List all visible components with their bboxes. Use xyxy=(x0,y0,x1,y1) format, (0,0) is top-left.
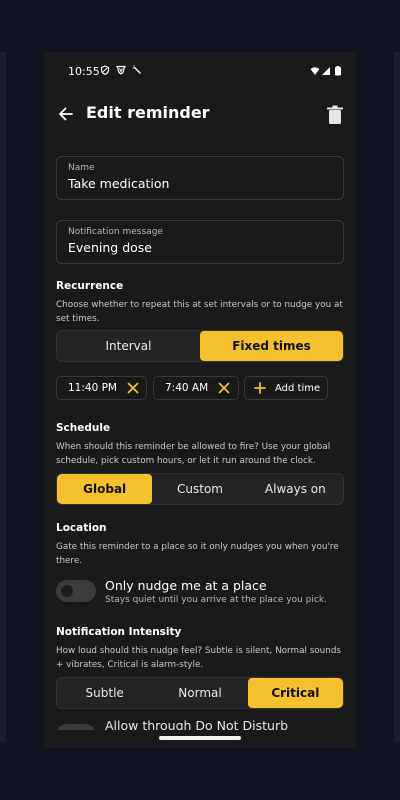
name-field[interactable]: Name xyxy=(56,156,344,200)
recurrence-segmented-control: Interval Fixed times xyxy=(56,330,344,362)
phone-screen: 10:55 Edit reminder Name Take medication… xyxy=(44,52,356,748)
home-indicator[interactable] xyxy=(159,736,241,740)
remove-time-1-x-icon[interactable] xyxy=(127,382,139,394)
back-arrow-icon[interactable] xyxy=(56,104,76,124)
location-toggle-label: Only nudge me at a place xyxy=(105,578,267,593)
vpn-status-icon xyxy=(116,65,126,75)
wifi-signal-battery-icon xyxy=(310,66,341,76)
page-title: Edit reminder xyxy=(86,103,210,122)
time-chip-1-label: 11:40 PM xyxy=(68,382,117,394)
schedule-option-always-on[interactable]: Always on xyxy=(248,474,343,504)
wand-status-icon xyxy=(132,65,141,74)
intensity-option-critical[interactable]: Critical xyxy=(247,678,343,708)
message-field-label: Notification message xyxy=(68,227,163,237)
name-field-label: Name xyxy=(68,163,95,173)
time-chip-2-label: 7:40 AM xyxy=(165,382,209,394)
status-bar: 10:55 xyxy=(44,52,356,92)
intensity-description: How loud should this nudge feel? Subtle … xyxy=(56,646,341,670)
message-input[interactable] xyxy=(68,240,328,255)
system-indicators xyxy=(310,66,344,79)
name-input[interactable] xyxy=(68,176,328,191)
recurrence-title: Recurrence xyxy=(56,280,124,292)
recurrence-option-fixed-times[interactable]: Fixed times xyxy=(200,331,343,361)
recurrence-description: Choose whether to repeat this at set int… xyxy=(56,300,343,324)
message-field[interactable]: Notification message xyxy=(56,220,344,264)
status-time: 10:55 xyxy=(68,65,100,78)
background-card-left xyxy=(0,52,6,742)
location-title: Location xyxy=(56,522,107,534)
intensity-option-subtle[interactable]: Subtle xyxy=(57,678,152,708)
time-chip-1[interactable]: 11:40 PM xyxy=(56,376,147,400)
background-card-right xyxy=(394,52,400,742)
intensity-segmented-control: Subtle Normal Critical xyxy=(56,677,344,709)
remove-time-2-x-icon[interactable] xyxy=(218,382,230,394)
trash-icon[interactable] xyxy=(326,105,344,125)
schedule-option-global[interactable]: Global xyxy=(57,474,153,504)
add-time-button[interactable]: Add time xyxy=(244,376,328,400)
schedule-title: Schedule xyxy=(56,422,111,434)
schedule-segmented-control: Global Custom Always on xyxy=(56,473,344,505)
schedule-option-custom[interactable]: Custom xyxy=(152,474,247,504)
location-toggle-subtitle: Stays quiet until you arrive at the plac… xyxy=(105,595,327,605)
time-chip-2[interactable]: 7:40 AM xyxy=(153,376,239,400)
intensity-option-normal[interactable]: Normal xyxy=(152,678,247,708)
location-toggle[interactable] xyxy=(56,580,96,602)
add-time-label: Add time xyxy=(275,382,321,394)
schedule-description: When should this reminder be allowed to … xyxy=(56,442,331,466)
location-description: Gate this reminder to a place so it only… xyxy=(56,542,339,566)
app-bar: Edit reminder xyxy=(44,96,356,136)
recurrence-option-interval[interactable]: Interval xyxy=(57,331,200,361)
intensity-title: Notification Intensity xyxy=(56,626,182,638)
plus-icon xyxy=(254,382,266,394)
shield-status-icon xyxy=(100,65,110,75)
location-toggle-knob xyxy=(61,585,73,597)
